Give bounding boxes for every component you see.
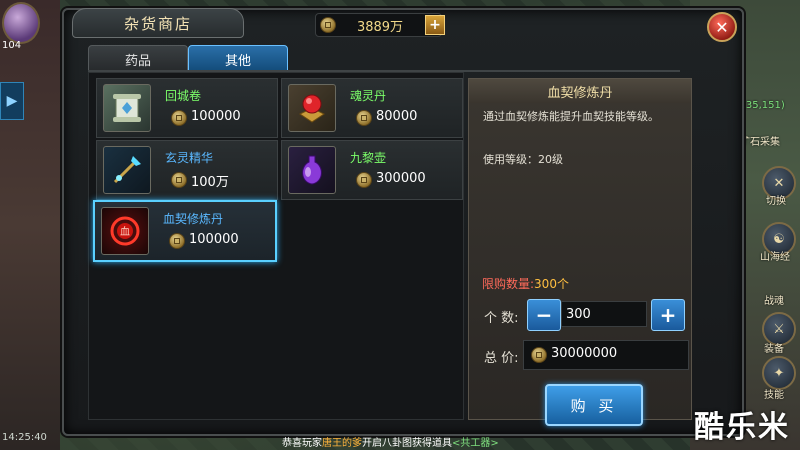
coin-icon — [320, 17, 336, 33]
close-icon[interactable]: ✕ — [707, 12, 737, 42]
item-name: 血契修炼丹 — [163, 212, 224, 226]
decrease-quantity-button[interactable]: − — [527, 299, 561, 331]
limit-label: 限购数量: — [482, 277, 535, 291]
player-avatar[interactable] — [2, 2, 40, 44]
item-name: 玄灵精华 — [165, 151, 214, 165]
item-price: 100000 — [189, 232, 239, 247]
coin-icon — [356, 110, 372, 126]
item-name: 九黎壶 — [350, 151, 387, 165]
coin-icon — [531, 347, 547, 363]
switch-label[interactable]: 切换 — [766, 192, 786, 207]
item-card-return-scroll[interactable]: 回城卷 100000 — [96, 78, 278, 138]
limit-value: 300个 — [534, 277, 569, 291]
total-price-label: 总 价: — [484, 351, 519, 366]
item-price: 80000 — [376, 109, 418, 124]
shop-title: 杂货商店 — [72, 8, 244, 38]
ticker-prefix: 恭喜玩家 — [282, 438, 322, 449]
left-hud-strip — [0, 0, 60, 450]
item-card-mystic-essence[interactable]: 玄灵精华 100万 — [96, 140, 278, 200]
coin-icon — [169, 233, 185, 249]
item-price: 300000 — [376, 171, 426, 186]
detail-description: 通过血契修炼能提升血契技能等级。 — [483, 110, 659, 123]
item-card-jiuli-pot[interactable]: 九黎壶 300000 — [281, 140, 463, 200]
add-currency-button[interactable]: + — [425, 15, 445, 35]
tab-other[interactable]: 其他 — [188, 45, 288, 73]
equipment-label[interactable]: 装备 — [764, 340, 784, 355]
system-broadcast: 恭喜玩家唐王的爹开启八卦图获得道具<共工器> — [282, 434, 552, 450]
quantity-label: 个 数: — [484, 311, 519, 326]
purchase-limit: 限购数量:300个 — [482, 275, 569, 292]
buy-button[interactable]: 购 买 — [545, 384, 643, 426]
detail-level-requirement: 使用等级：20级 — [483, 153, 563, 166]
crystal-staff-icon — [103, 146, 151, 194]
item-price: 100万 — [191, 175, 229, 190]
coin-icon — [171, 110, 187, 126]
ticker-middle: 开启八卦图获得道具 — [362, 438, 452, 449]
expand-left-arrow-icon[interactable]: ▶ — [0, 82, 24, 120]
item-card-soul-pill[interactable]: 魂灵丹 80000 — [281, 78, 463, 138]
currency-value: 3889万 — [356, 20, 404, 35]
item-name: 回城卷 — [165, 89, 202, 103]
blood-pill-icon: 血 — [101, 207, 149, 255]
scroll-icon — [103, 84, 151, 132]
item-price: 100000 — [191, 109, 241, 124]
skill-icon[interactable]: ✦ — [762, 356, 796, 390]
player-level: 104 — [2, 40, 22, 51]
skill-label[interactable]: 技能 — [764, 386, 784, 401]
svg-text:血: 血 — [120, 225, 130, 238]
item-name: 魂灵丹 — [350, 89, 387, 103]
detail-title: 血契修炼丹 — [469, 79, 691, 103]
mine-collect-label[interactable]: 矿石采集 — [740, 133, 780, 148]
clock-time: 14:25:40 — [2, 432, 47, 443]
coin-icon — [171, 172, 187, 188]
tab-medicine[interactable]: 药品 — [88, 45, 188, 73]
quantity-input[interactable] — [561, 301, 647, 327]
watermark-logo: 酷乐米 — [694, 410, 790, 445]
coin-icon — [356, 172, 372, 188]
item-card-blood-pact-pill[interactable]: 血 血契修炼丹 100000 — [93, 200, 277, 262]
war-soul-label[interactable]: 战魂 — [764, 292, 784, 307]
total-price-value: 30000000 — [551, 346, 618, 361]
mountain-sea-label[interactable]: 山海经 — [760, 248, 790, 263]
ticker-player: 唐王的爹 — [322, 438, 362, 449]
red-orb-icon — [288, 84, 336, 132]
increase-quantity-button[interactable]: + — [651, 299, 685, 331]
purple-flask-icon — [288, 146, 336, 194]
ticker-item: <共工器> — [452, 438, 499, 449]
